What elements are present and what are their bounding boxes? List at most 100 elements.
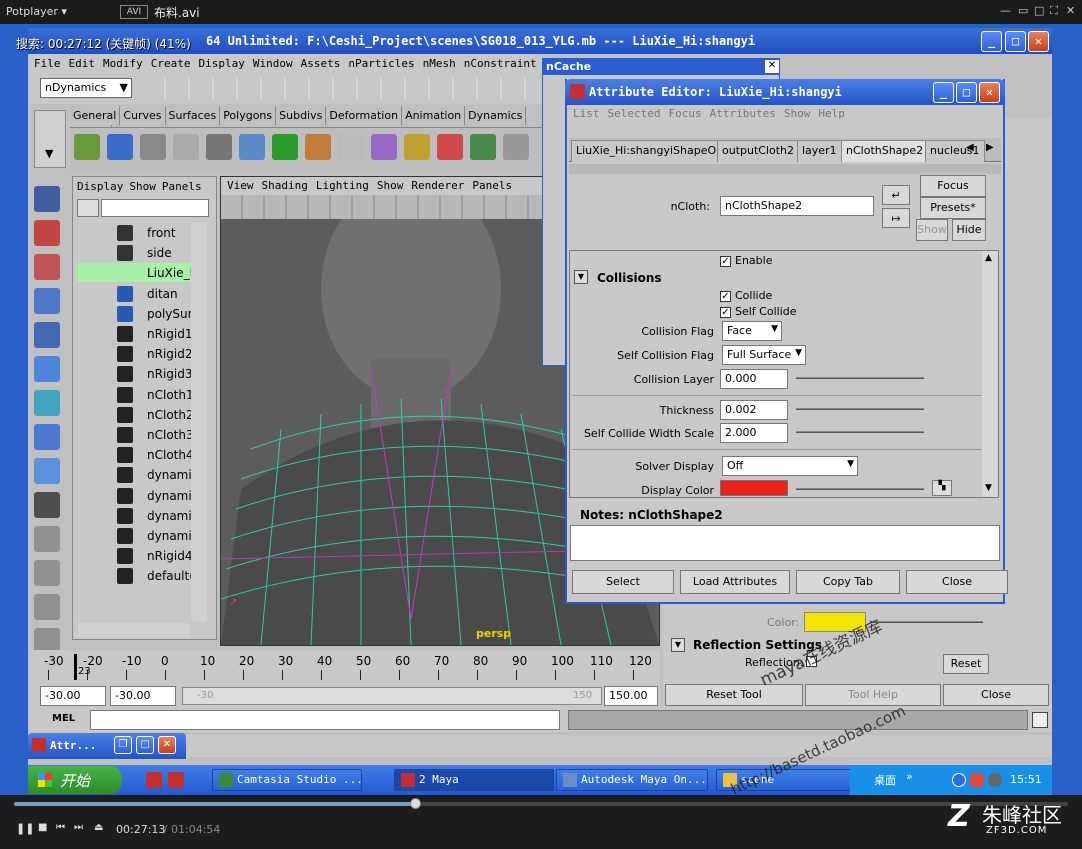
minimized-attr-window[interactable]: Attr... ❐ □ ✕	[28, 733, 186, 759]
presets-button[interactable]: Presets*	[920, 197, 986, 219]
seek-bar[interactable]	[14, 802, 1068, 806]
color-slider[interactable]	[873, 621, 983, 623]
shelf-tab-general[interactable]: General	[70, 106, 121, 125]
end-field[interactable]: 150.00	[604, 686, 658, 706]
ae-menu-list[interactable]: List	[573, 107, 600, 120]
outliner-options-icon[interactable]	[77, 199, 99, 217]
collision-layer-field[interactable]: 0.000	[720, 369, 788, 389]
current-frame-marker[interactable]	[74, 654, 77, 680]
collision-flag-dropdown[interactable]: Face ▼	[722, 321, 782, 341]
ncache-close-icon[interactable]: ✕	[765, 60, 779, 73]
timeline[interactable]: -30 -20 -10 0 10 20 30 40 50 60 70 80 90 100 110 120 23	[30, 650, 660, 684]
tool-icon[interactable]	[34, 220, 60, 246]
outliner-hscrollbar[interactable]	[77, 623, 189, 637]
toolbar-chevron-icon[interactable]: »	[906, 770, 913, 783]
tool-icon[interactable]	[34, 526, 60, 552]
solver-display-dropdown[interactable]: Off ▼	[722, 456, 858, 476]
outliner-item[interactable]: dynamic	[77, 486, 198, 505]
ae-minimize-button[interactable]: _	[933, 82, 954, 103]
tool-help-button[interactable]: Tool Help	[805, 684, 941, 706]
viewport-menu-shading[interactable]: Shading	[262, 179, 308, 192]
menu-window[interactable]: Window	[249, 54, 297, 73]
shelf-tab-animation[interactable]: Animation	[402, 106, 466, 125]
tool-icon[interactable]	[34, 424, 60, 450]
shelf-tool-icon[interactable]	[272, 134, 298, 160]
speaker-icon[interactable]	[988, 773, 1002, 787]
show-button[interactable]: Show	[916, 219, 948, 241]
previous-icon[interactable]: ⏮	[56, 822, 65, 833]
outliner-item[interactable]: nCloth4	[77, 445, 194, 464]
notes-textarea[interactable]	[570, 525, 1000, 561]
pause-icon[interactable]: ❚❚	[16, 822, 34, 835]
thickness-field[interactable]: 0.002	[720, 400, 788, 420]
display-color-slider[interactable]	[796, 488, 924, 490]
focus-button[interactable]: Focus	[920, 175, 986, 197]
next-icon[interactable]: ⏭	[74, 822, 83, 833]
outliner-scrollbar[interactable]	[191, 223, 207, 621]
taskbar-item[interactable]: Autodesk Maya On...	[556, 769, 708, 791]
self-collide-checkbox[interactable]: ✓ Self Collide	[720, 305, 797, 318]
outliner-item[interactable]: nRigid4	[77, 546, 192, 565]
menu-nparticles[interactable]: nParticles	[344, 54, 418, 73]
load-attributes-button[interactable]: Load Attributes	[680, 570, 790, 594]
outliner-item[interactable]: polySur	[77, 304, 193, 323]
enable-checkbox[interactable]: ✓ Enable	[720, 254, 772, 267]
outliner-item[interactable]: dynamic	[77, 526, 198, 545]
ae-tab[interactable]: layer1	[797, 140, 842, 162]
shelf-tool-icon[interactable]	[107, 134, 133, 160]
outliner-item[interactable]: nCloth1	[77, 385, 194, 404]
status-icons[interactable]	[142, 78, 532, 100]
self-collide-width-slider[interactable]	[796, 431, 924, 433]
outliner-item[interactable]: nCloth3	[77, 425, 194, 444]
copy-tab-button[interactable]: Copy Tab	[796, 570, 900, 594]
taskbar-item[interactable]: Camtasia Studio ...	[212, 769, 362, 791]
tool-icon[interactable]	[34, 254, 60, 280]
desktop-toolbar[interactable]: 桌面	[874, 772, 896, 788]
shelf-tool-icon[interactable]	[173, 134, 199, 160]
ae-menu-help[interactable]: Help	[818, 107, 845, 120]
outliner-item[interactable]: nRigid2	[77, 344, 192, 363]
shelf-tool-icon[interactable]	[239, 134, 265, 160]
ae-tab[interactable]: LiuXie_Hi:shangyiShapeOrig	[571, 140, 736, 162]
menu-nconstraint[interactable]: nConstraint	[460, 54, 541, 73]
ae-tab[interactable]: outputCloth2	[717, 140, 800, 162]
minimize-icon[interactable]: —	[1000, 4, 1011, 17]
maya-minimize-button[interactable]: _	[981, 31, 1002, 52]
shelf-tab-deformation[interactable]: Deformation	[326, 106, 403, 125]
outliner-menu-show[interactable]: Show	[129, 180, 156, 193]
ae-menu-selected[interactable]: Selected	[608, 107, 661, 120]
outliner-item[interactable]: nRigid1	[77, 324, 192, 343]
menu-edit[interactable]: Edit	[65, 54, 100, 73]
tab-scroll-right-icon[interactable]: ▶	[986, 142, 994, 153]
tool-icon[interactable]	[34, 492, 60, 518]
node-name-field[interactable]: nClothShape2	[720, 196, 874, 216]
outliner-menu-panels[interactable]: Panels	[162, 180, 202, 193]
shelf-tool-icon[interactable]	[305, 134, 331, 160]
outliner-item[interactable]: ditan	[77, 284, 191, 303]
menu-modify[interactable]: Modify	[99, 54, 147, 73]
tray-arrow-icon[interactable]	[952, 773, 966, 787]
collisions-collapse-icon[interactable]: ▼	[574, 270, 588, 284]
menu-set-dropdown[interactable]: nDynamics ▼	[40, 78, 132, 98]
tool-icon[interactable]	[34, 322, 60, 348]
attribute-scrollbar[interactable]: ▲ ▼	[982, 251, 998, 497]
menu-assets[interactable]: Assets	[297, 54, 345, 73]
tool-icon[interactable]	[34, 356, 60, 382]
shelf-tab-surfaces[interactable]: Surfaces	[166, 106, 221, 125]
eject-icon[interactable]: ⏏	[94, 822, 103, 833]
ae-menu-attributes[interactable]: Attributes	[710, 107, 776, 120]
tool-icon[interactable]	[34, 288, 60, 314]
quicklaunch-maya2-icon[interactable]	[168, 772, 184, 788]
outliner-item[interactable]: dynamic	[77, 506, 198, 525]
shelf-tab-dynamics[interactable]: Dynamics	[465, 106, 527, 125]
viewport-menu-renderer[interactable]: Renderer	[411, 179, 464, 192]
shelf-tab-subdivs[interactable]: Subdivs	[276, 106, 327, 125]
reset-button[interactable]: Reset	[943, 654, 989, 674]
self-collision-flag-dropdown[interactable]: Full Surface ▼	[722, 345, 806, 365]
restore-icon[interactable]: ▭	[1018, 4, 1028, 17]
viewport-menu-view[interactable]: View	[227, 179, 254, 192]
ae-close-button[interactable]: ✕	[979, 82, 1000, 103]
stop-icon[interactable]: ■	[38, 822, 47, 833]
start-button[interactable]: 开始	[28, 766, 122, 794]
menu-nmesh[interactable]: nMesh	[419, 54, 460, 73]
